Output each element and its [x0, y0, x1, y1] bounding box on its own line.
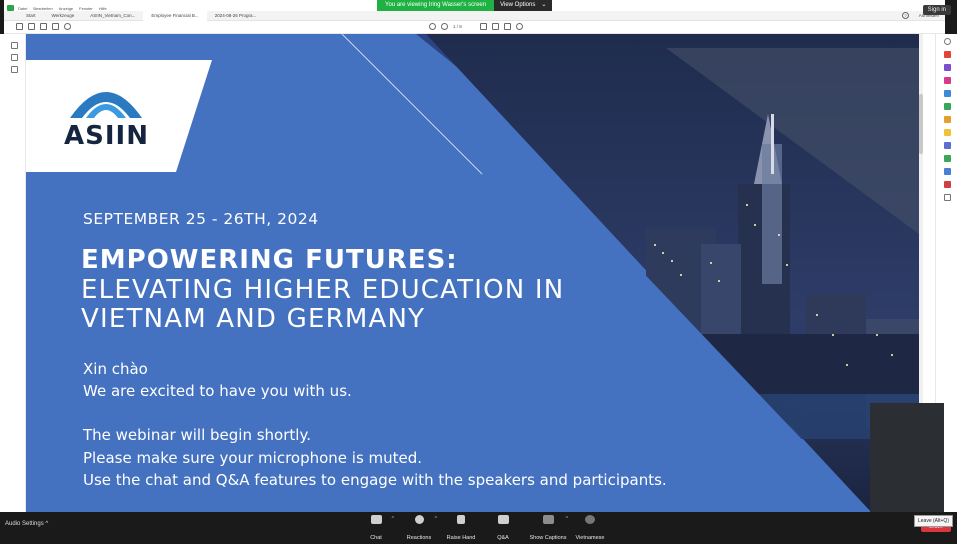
fill-sign-icon[interactable] — [944, 142, 951, 149]
page-indicator[interactable]: 1 / 8 — [453, 24, 462, 29]
screen-share-banner: You are viewing Iring Wasser's screen Vi… — [377, 0, 553, 11]
organize-pages-icon[interactable] — [944, 103, 951, 110]
show-captions-button[interactable]: ^ Show Captions — [526, 515, 570, 544]
event-date: SEPTEMBER 25 - 26TH, 2024 — [83, 210, 319, 228]
engagement-notice: Use the chat and Q&A features to engage … — [83, 471, 667, 489]
raise-hand-label: Raise Hand — [446, 535, 476, 541]
asiin-logo-text: ASIIN — [64, 121, 149, 151]
more-tools-icon[interactable] — [944, 194, 951, 201]
comment-tool-icon[interactable] — [944, 116, 951, 123]
comment-icon[interactable] — [480, 23, 487, 30]
leave-tooltip: Leave (Alt+Q) — [914, 515, 953, 527]
view-options-button[interactable]: View Options ⌄ — [494, 0, 553, 11]
page-down-icon[interactable] — [441, 23, 448, 30]
headline-title: EMPOWERING FUTURES: — [81, 245, 458, 275]
vertical-scrollbar[interactable] — [919, 34, 923, 404]
language-label: Vietnamese — [575, 535, 605, 541]
raise-hand-button[interactable]: Raise Hand — [441, 515, 481, 544]
combine-files-icon[interactable] — [944, 90, 951, 97]
language-icon — [585, 515, 595, 524]
tab-document-3[interactable]: 2024-08-26 Progra... — [207, 11, 265, 21]
greeting-text: Xin chào — [83, 360, 148, 378]
navigation-panel — [0, 34, 26, 512]
reactions-icon — [414, 515, 424, 524]
presentation-slide: ASIIN SEPTEMBER 25 - 26TH, 2024 EMPOWERI… — [26, 34, 919, 512]
help-icon[interactable]: ? — [902, 12, 909, 19]
language-interpretation-button[interactable]: Vietnamese — [570, 515, 610, 544]
create-pdf-icon[interactable] — [944, 77, 951, 84]
protect-icon[interactable] — [944, 168, 951, 175]
reactions-label: Reactions — [406, 535, 432, 541]
search-icon[interactable] — [64, 23, 71, 30]
tab-document-1[interactable]: ASIIN_Vietnam_Con... — [82, 11, 143, 21]
bookmark-icon[interactable] — [11, 54, 18, 61]
audio-settings-label: Audio Settings — [5, 521, 44, 527]
page-up-icon[interactable] — [429, 23, 436, 30]
chevron-down-icon: ⌄ — [541, 2, 547, 8]
captions-icon — [542, 515, 554, 524]
pen-icon[interactable] — [492, 23, 499, 30]
pdf-toolbar: 1 / 8 — [4, 21, 945, 34]
attachment-icon[interactable] — [11, 66, 18, 73]
view-options-label: View Options — [500, 2, 536, 8]
edit-pdf-icon[interactable] — [944, 64, 951, 71]
chevron-up-icon[interactable]: ^ — [392, 516, 394, 522]
tab-bar: Start Werkzeuge ASIIN_Vietnam_Con... Emp… — [4, 10, 945, 21]
qa-button[interactable]: Q&A — [483, 515, 523, 544]
print-production-icon[interactable] — [944, 155, 951, 162]
zoom-sign-in-button[interactable]: Sign in — [922, 5, 951, 15]
chat-label: Chat — [370, 535, 382, 541]
print-icon[interactable] — [40, 23, 47, 30]
save-icon[interactable] — [28, 23, 35, 30]
raise-hand-icon — [457, 515, 465, 524]
qa-label: Q&A — [497, 535, 509, 541]
welcome-text: We are excited to have you with us. — [83, 382, 352, 400]
chat-button[interactable]: ^ Chat — [356, 515, 396, 544]
headline-subtitle-line-2: VIETNAM AND GERMANY — [81, 304, 426, 334]
tab-tools[interactable]: Werkzeuge — [44, 11, 83, 21]
export-pdf-icon[interactable] — [944, 51, 951, 58]
show-captions-label: Show Captions — [529, 535, 567, 541]
audio-settings-button[interactable]: Audio Settings ^ — [5, 521, 48, 527]
rotate-icon[interactable] — [516, 23, 523, 30]
redact-icon[interactable] — [944, 181, 951, 188]
stamp-icon[interactable] — [944, 129, 951, 136]
participant-video-tile[interactable] — [870, 403, 944, 512]
chat-icon — [370, 515, 382, 524]
tab-home[interactable]: Start — [18, 11, 44, 21]
qa-icon — [497, 515, 509, 524]
meeting-controls-bar: Audio Settings ^ ^ Chat ^ Reactions Rais… — [0, 512, 957, 541]
chevron-up-icon[interactable]: ^ — [435, 516, 437, 522]
zoom-in-icon[interactable] — [944, 38, 951, 45]
viewing-screen-label: You are viewing Iring Wasser's screen — [377, 0, 495, 11]
mute-notice: Please make sure your microphone is mute… — [83, 449, 423, 467]
scrollbar-thumb[interactable] — [919, 94, 923, 154]
reactions-button[interactable]: ^ Reactions — [399, 515, 439, 544]
chevron-up-icon: ^ — [45, 521, 49, 527]
tab-document-2[interactable]: Employee Financial B... — [143, 10, 207, 21]
asiin-logo-icon — [70, 92, 142, 118]
mail-icon[interactable] — [52, 23, 59, 30]
webinar-start-notice: The webinar will begin shortly. — [83, 426, 311, 444]
page-thumbnails-icon[interactable] — [11, 42, 18, 49]
sign-icon[interactable] — [504, 23, 511, 30]
headline-subtitle-line-1: ELEVATING HIGHER EDUCATION IN — [81, 275, 565, 305]
create-icon[interactable] — [16, 23, 23, 30]
chevron-up-icon[interactable]: ^ — [566, 516, 568, 522]
